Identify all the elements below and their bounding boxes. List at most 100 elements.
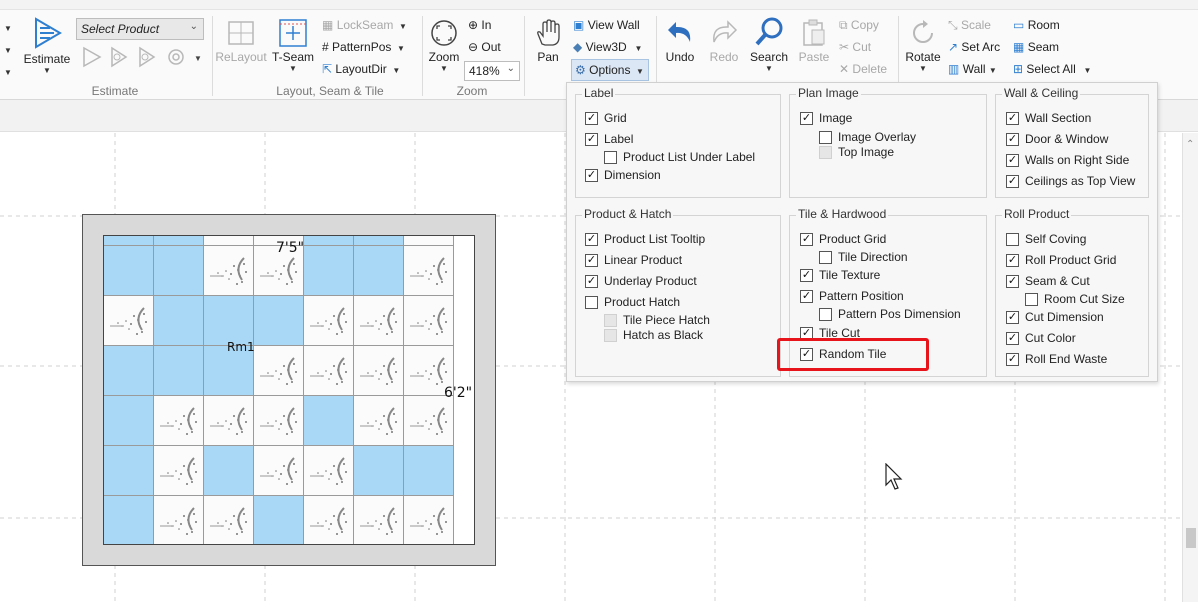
zoom-level-dropdown[interactable]: 418% ⌄ (464, 61, 520, 81)
zoom-in-button[interactable]: ⊕ In (468, 18, 491, 32)
option-tile-direction[interactable]: Tile Direction (819, 250, 908, 264)
checkbox-checked[interactable]: ✓ (1006, 253, 1019, 267)
option-product-list-under-label[interactable]: Product List Under Label (604, 150, 755, 164)
option-door-window[interactable]: ✓ Door & Window (1006, 132, 1108, 146)
option-seam-cut[interactable]: ✓ Seam & Cut (1006, 274, 1090, 288)
checkbox-checked[interactable]: ✓ (800, 289, 813, 303)
checkbox-checked[interactable]: ✓ (1006, 111, 1019, 125)
checkbox-checked[interactable]: ✓ (1006, 274, 1019, 288)
checkbox-unchecked[interactable] (1025, 292, 1038, 306)
pan-button[interactable]: Pan (528, 18, 568, 64)
chevron-down-icon[interactable]: ▼ (4, 20, 12, 34)
option-linear-product[interactable]: ✓ Linear Product (585, 253, 682, 267)
undo-icon (668, 22, 691, 42)
checkbox-checked[interactable]: ✓ (800, 232, 813, 246)
checkbox-checked[interactable]: ✓ (585, 253, 598, 267)
seam-button[interactable]: ▦ Seam (1013, 40, 1059, 54)
options-button[interactable]: ⚙ Options ▼ (571, 59, 649, 81)
option-pattern-position[interactable]: ✓ Pattern Position (800, 289, 904, 303)
estimate-button[interactable]: Estimate ▼ (22, 16, 72, 75)
option-roll-end-waste[interactable]: ✓ Roll End Waste (1006, 352, 1107, 366)
lockseam-button[interactable]: ▦ LockSeam ▼ (322, 18, 407, 32)
option-tile-texture[interactable]: ✓ Tile Texture (800, 268, 880, 282)
option-walls-on-right-side[interactable]: ✓ Walls on Right Side (1006, 153, 1129, 167)
room-button[interactable]: ▭ Room (1013, 18, 1060, 32)
layoutdir-button[interactable]: ⇱ LayoutDir ▼ (322, 62, 400, 76)
option-label[interactable]: ✓ Label (585, 132, 633, 146)
redo-button[interactable]: Redo (704, 18, 744, 64)
wall-button[interactable]: ▥ Wall ▼ (948, 62, 997, 76)
checkbox-checked[interactable]: ✓ (585, 168, 598, 182)
tile-textured (254, 346, 304, 396)
scrollbar-thumb[interactable] (1186, 528, 1196, 548)
copy-icon: ⧉ (839, 18, 848, 32)
option-cut-color[interactable]: ✓ Cut Color (1006, 331, 1076, 345)
checkbox-unchecked[interactable] (1006, 232, 1019, 246)
option-ceilings-as-top-view[interactable]: ✓ Ceilings as Top View (1006, 174, 1135, 188)
view3d-button[interactable]: ◆ View3D ▼ (573, 40, 642, 54)
checkbox-unchecked[interactable] (819, 307, 832, 321)
room-icon: ▭ (1013, 18, 1025, 32)
chevron-down-icon[interactable]: ▼ (4, 42, 12, 56)
option-room-cut-size[interactable]: Room Cut Size (1025, 292, 1125, 306)
search-button[interactable]: Search ▼ (748, 16, 790, 73)
rotate-button[interactable]: Rotate ▼ (902, 18, 944, 73)
checkbox-checked[interactable]: ✓ (800, 268, 813, 282)
select-all-button[interactable]: ⊞ Select All ▼ (1013, 62, 1091, 76)
option-product-grid[interactable]: ✓ Product Grid (800, 232, 886, 246)
checkbox-checked[interactable]: ✓ (585, 132, 598, 146)
checkbox-checked[interactable]: ✓ (1006, 174, 1019, 188)
option-cut-dimension[interactable]: ✓ Cut Dimension (1006, 310, 1104, 324)
paste-button[interactable]: Paste (794, 18, 834, 64)
checkbox-checked[interactable]: ✓ (1006, 132, 1019, 146)
delete-button[interactable]: ✕ Delete (839, 62, 887, 76)
checkbox-unchecked[interactable] (819, 130, 832, 144)
chevron-down-icon: ▼ (43, 66, 51, 75)
relayout-button[interactable]: ReLayout (214, 18, 268, 64)
checkbox-checked[interactable]: ✓ (1006, 310, 1019, 324)
option-grid[interactable]: ✓ Grid (585, 111, 627, 125)
checkbox-checked[interactable]: ✓ (585, 111, 598, 125)
option-image[interactable]: ✓ Image (800, 111, 852, 125)
zoom-icon (431, 20, 457, 46)
undo-button[interactable]: Undo (660, 18, 700, 64)
gear-icon: ⚙ (575, 63, 586, 77)
option-label: Linear Product (604, 253, 683, 267)
zoom-out-button[interactable]: ⊖ Out (468, 40, 501, 54)
option-wall-section[interactable]: ✓ Wall Section (1006, 111, 1091, 125)
set-arc-button[interactable]: ↗ Set Arc (948, 40, 1000, 54)
checkbox-checked[interactable]: ✓ (585, 232, 598, 246)
patternpos-button[interactable]: # PatternPos ▼ (322, 40, 405, 54)
wall-icon: ▥ (948, 62, 960, 76)
copy-button[interactable]: ⧉ Copy (839, 18, 879, 33)
chevron-down-icon[interactable]: ▼ (4, 64, 12, 78)
cut-button[interactable]: ✂ Cut (839, 40, 871, 54)
option-self-coving[interactable]: Self Coving (1006, 232, 1086, 246)
option-underlay-product[interactable]: ✓ Underlay Product (585, 274, 697, 288)
checkbox-checked[interactable]: ✓ (800, 111, 813, 125)
tile-blue (154, 296, 204, 346)
checkbox-unchecked[interactable] (604, 150, 617, 164)
rotate-icon (913, 20, 933, 43)
scale-button[interactable]: ⤡ Scale (948, 18, 991, 33)
option-image-overlay[interactable]: Image Overlay (819, 130, 916, 144)
vertical-scrollbar[interactable]: ⌃ (1182, 133, 1198, 602)
checkbox-checked[interactable]: ✓ (1006, 153, 1019, 167)
option-dimension[interactable]: ✓ Dimension (585, 168, 661, 182)
select-product-dropdown[interactable]: Select Product ⌄ (76, 18, 204, 40)
option-pattern-pos-dimension[interactable]: Pattern Pos Dimension (819, 307, 961, 321)
chevron-up-icon[interactable]: ⌃ (1186, 139, 1194, 150)
checkbox-checked[interactable]: ✓ (585, 274, 598, 288)
tseam-button[interactable]: T-Seam ▼ (270, 18, 316, 73)
checkbox-checked[interactable]: ✓ (1006, 331, 1019, 345)
zoom-button[interactable]: Zoom ▼ (424, 18, 464, 73)
option-roll-product-grid[interactable]: ✓ Roll Product Grid (1006, 253, 1116, 267)
checkbox-unchecked[interactable] (819, 250, 832, 264)
room-floor[interactable] (103, 235, 475, 545)
option-product-list-tooltip[interactable]: ✓ Product List Tooltip (585, 232, 705, 246)
checkbox-checked[interactable]: ✓ (1006, 352, 1019, 366)
option-product-hatch[interactable]: Product Hatch (585, 295, 680, 309)
view-wall-button[interactable]: ▣ View Wall (573, 18, 640, 32)
checkbox-unchecked[interactable] (585, 295, 598, 309)
chevron-down-icon: ▼ (396, 22, 407, 31)
